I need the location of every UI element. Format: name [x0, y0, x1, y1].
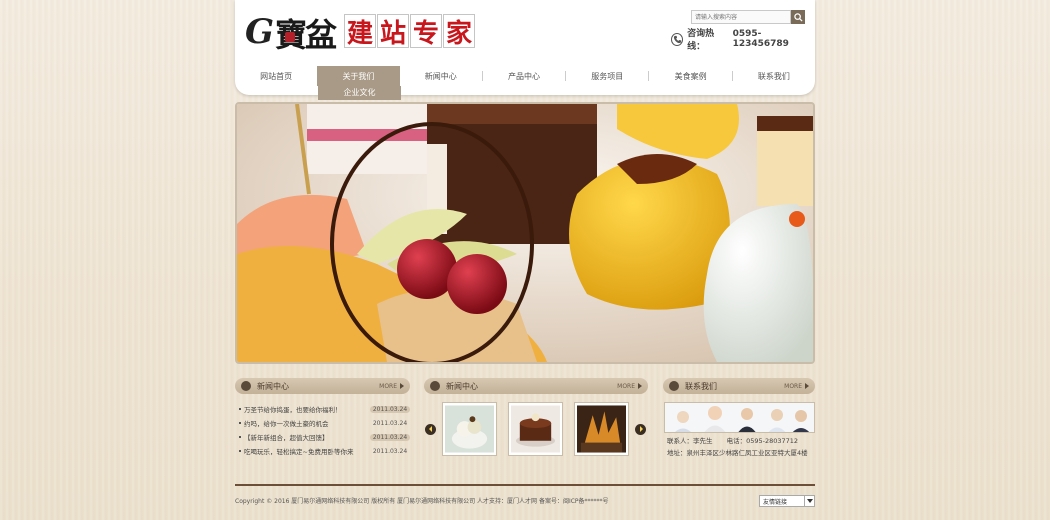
- gallery-more-link[interactable]: MORE: [617, 383, 642, 390]
- contact-person: 联系人：李先生: [667, 437, 713, 445]
- footer-copyright: Copyright © 2016 厦门易尔通网络科技有限公司 版权所有 厦门易尔…: [235, 498, 609, 505]
- page-container: G 寶盆 建 站 专 家 请输入搜索内容 咨询热线： 0595-12345678…: [235, 0, 815, 520]
- arrow-left-icon: [428, 426, 432, 432]
- list-item[interactable]: 约吗，给你一次做土豪的机会 2011.03.24: [235, 416, 410, 430]
- gallery-thumbs: [442, 402, 629, 456]
- search-icon: [793, 12, 803, 22]
- customer-service-photo: [664, 402, 815, 433]
- news-title[interactable]: 吃喝玩乐，轻松搞定~免费用卧等你来: [244, 446, 353, 456]
- gallery-thumb[interactable]: [442, 402, 497, 456]
- friend-links-label: 友情链接: [763, 498, 788, 506]
- news-title[interactable]: 万圣节给你捣蛋，也要给你福利！: [244, 404, 342, 414]
- contact-phone: 电话：0595-28037712: [726, 437, 799, 445]
- contact-more-label: MORE: [784, 382, 802, 390]
- list-item[interactable]: 万圣节给你捣蛋，也要给你福利！ 2011.03.24: [235, 402, 410, 416]
- site-logo[interactable]: G 寶盆 建 站 专 家: [245, 8, 475, 54]
- contact-section-header: 联系我们 MORE: [663, 378, 815, 394]
- phone-icon: [671, 32, 684, 46]
- site-header: G 寶盆 建 站 专 家 请输入搜索内容 咨询热线： 0595-12345678…: [235, 0, 815, 95]
- contact-section-title: 联系我们: [685, 381, 717, 391]
- section-bullet-icon: [241, 381, 251, 391]
- search-input[interactable]: [691, 10, 791, 24]
- nav-item-news[interactable]: 新闻中心: [400, 66, 482, 86]
- bullet: [239, 450, 241, 452]
- search-box: [691, 10, 805, 24]
- gallery-section-header: 新闻中心 MORE: [424, 378, 648, 394]
- bullet: [239, 422, 241, 424]
- thumb-image-fried-dish: [577, 405, 626, 453]
- news-more-label: MORE: [379, 382, 397, 390]
- hotline: 咨询热线： 0595-123456789: [671, 29, 811, 52]
- logo-slogan: 建 站 专 家: [344, 14, 475, 49]
- gallery-more-label: MORE: [617, 382, 635, 390]
- gallery-thumb[interactable]: [574, 402, 629, 456]
- logo-letter: G: [245, 12, 275, 52]
- nav-item-about[interactable]: 关于我们: [317, 66, 400, 86]
- hotline-label: 咨询热线：: [687, 29, 715, 52]
- contact-more-link[interactable]: MORE: [784, 383, 809, 390]
- gallery-section-title: 新闻中心: [446, 381, 478, 391]
- hero-banner: [235, 102, 815, 364]
- arrow-right-icon: [805, 383, 809, 389]
- slogan-char: 专: [410, 14, 442, 49]
- gallery-thumb[interactable]: [508, 402, 563, 456]
- section-bullet-icon: [669, 381, 679, 391]
- bullet: [239, 436, 241, 438]
- slogan-char: 站: [377, 14, 409, 49]
- news-date: 2011.03.24: [370, 405, 410, 413]
- news-title[interactable]: 约吗，给你一次做土豪的机会: [244, 418, 329, 428]
- carousel-prev-button[interactable]: [425, 423, 436, 435]
- news-section-title: 新闻中心: [257, 381, 289, 391]
- carousel-next-button[interactable]: [635, 423, 646, 435]
- logo-seal: [285, 32, 295, 42]
- arrow-right-icon: [400, 383, 404, 389]
- main-nav: 网站首页 关于我们 新闻中心 产品中心 服务项目 美食案例 联系我们: [235, 66, 815, 86]
- news-title[interactable]: 【新年新组合，超值大回馈】: [244, 432, 329, 442]
- news-section-header: 新闻中心 MORE: [235, 378, 410, 394]
- submenu-item-culture[interactable]: 企业文化: [318, 86, 401, 100]
- chevron-down-icon: [804, 496, 814, 506]
- contact-info: 联系人：李先生 电话：0595-28037712 地址：泉州丰泽区少林路仁凤工业…: [667, 435, 827, 459]
- nav-item-contact[interactable]: 联系我们: [733, 66, 815, 86]
- section-bullet-icon: [430, 381, 440, 391]
- thumb-image-chocolate-cake: [511, 405, 560, 453]
- contact-address: 地址：泉州丰泽区少林路仁凤工业区亚特大厦4楼: [667, 449, 808, 457]
- nav-item-home[interactable]: 网站首页: [235, 66, 317, 86]
- nav-item-products[interactable]: 产品中心: [483, 66, 565, 86]
- slogan-char: 家: [443, 14, 475, 49]
- dessert-photo: [237, 104, 813, 362]
- nav-item-services[interactable]: 服务项目: [566, 66, 648, 86]
- friend-links-select[interactable]: 友情链接: [759, 495, 815, 507]
- gallery-carousel: [425, 402, 647, 456]
- list-item[interactable]: 【新年新组合，超值大回馈】 2011.03.24: [235, 430, 410, 444]
- hotline-number: 0595-123456789: [732, 29, 789, 49]
- logo-brand: 寶盆: [275, 16, 337, 54]
- arrow-right-icon: [639, 426, 643, 432]
- list-item[interactable]: 吃喝玩乐，轻松搞定~免费用卧等你来 2011.03.24: [235, 444, 410, 458]
- footer-divider: [235, 484, 815, 486]
- slogan-char: 建: [344, 14, 376, 49]
- nav-item-cases[interactable]: 美食案例: [649, 66, 731, 86]
- news-list: 万圣节给你捣蛋，也要给你福利！ 2011.03.24 约吗，给你一次做土豪的机会…: [235, 402, 410, 458]
- arrow-right-icon: [638, 383, 642, 389]
- news-date: 2011.03.24: [372, 447, 408, 455]
- bullet: [239, 408, 241, 410]
- news-more-link[interactable]: MORE: [379, 383, 404, 390]
- news-date: 2011.03.24: [370, 433, 410, 441]
- news-date: 2011.03.24: [372, 419, 408, 427]
- search-button[interactable]: [791, 10, 805, 24]
- thumb-image-icecream: [445, 405, 494, 453]
